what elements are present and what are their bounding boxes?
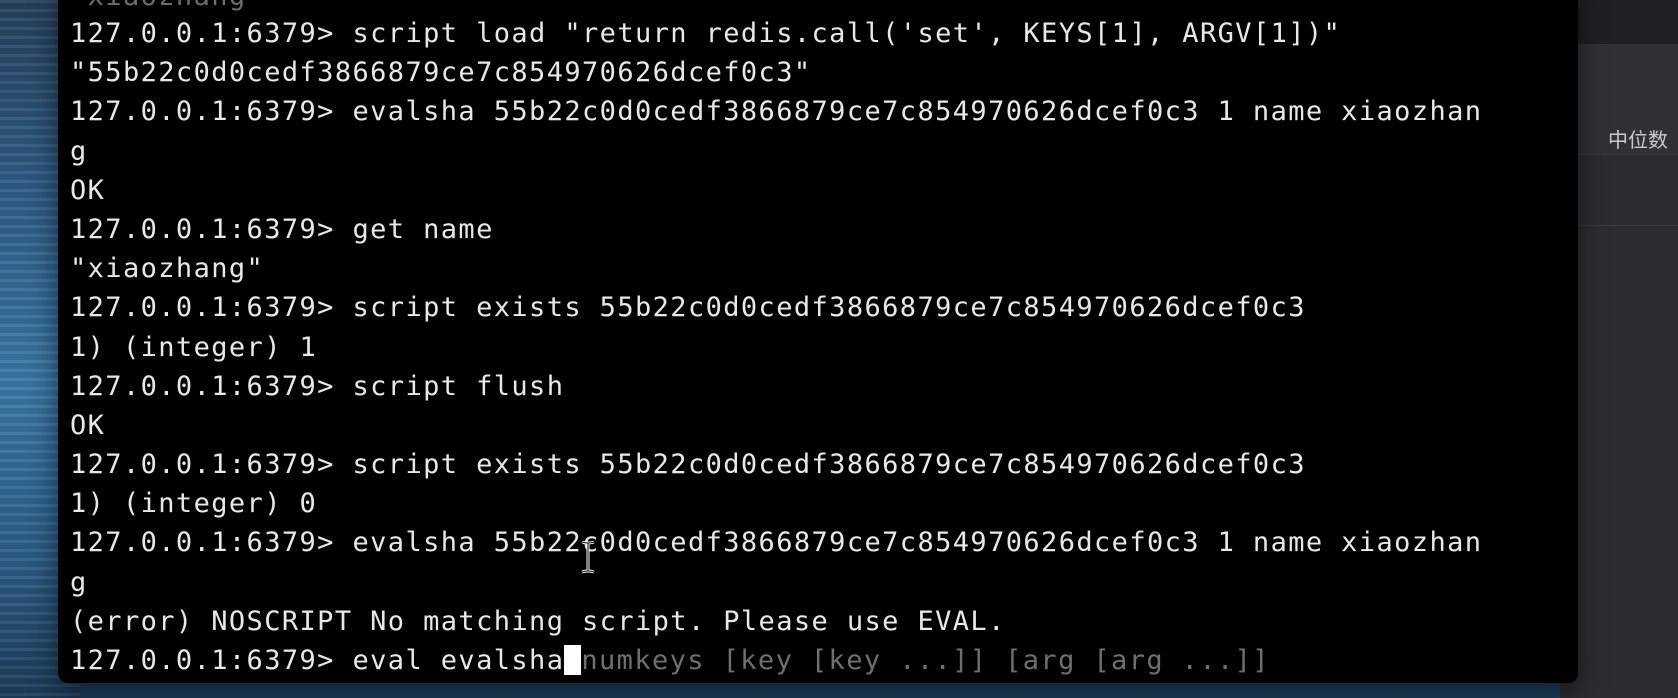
terminal-window[interactable]: "xiaozhang" 127.0.0.1:6379> script load … — [58, 0, 1578, 683]
terminal-line: 1) (integer) 0 — [70, 488, 318, 520]
terminal-prompt: 127.0.0.1:6379> — [70, 645, 353, 676]
terminal-input-line[interactable]: 127.0.0.1:6379> eval evalsha numkeys [key… — [70, 641, 1570, 680]
terminal-line: 127.0.0.1:6379> script exists 55b22c0d0c… — [70, 292, 1306, 324]
command-hint: numkeys [key [key ...]] [arg [arg ...]] — [581, 645, 1270, 676]
terminal-line: g — [70, 566, 88, 598]
terminal-line: 127.0.0.1:6379> evalsha 55b22c0d0cedf386… — [70, 527, 1483, 559]
text-cursor — [564, 645, 582, 675]
terminal-line: OK — [70, 174, 106, 206]
terminal-line: "xiaozhang" — [70, 253, 265, 285]
terminal-line: "55b22c0d0cedf3866879ce7c854970626dcef0c… — [70, 57, 812, 89]
terminal-line: 127.0.0.1:6379> evalsha 55b22c0d0cedf386… — [70, 96, 1483, 128]
terminal-line: (error) NOSCRIPT No matching script. Ple… — [70, 605, 1006, 637]
terminal-line: 127.0.0.1:6379> script exists 55b22c0d0c… — [70, 449, 1306, 481]
terminal-line: 127.0.0.1:6379> script load "return redi… — [70, 18, 1342, 49]
terminal-line: "xiaozhang" — [70, 0, 1570, 14]
terminal-line: g — [70, 135, 88, 167]
terminal-line: 127.0.0.1:6379> script flush — [70, 370, 565, 402]
terminal-line: 127.0.0.1:6379> get name — [70, 213, 494, 245]
terminal-line: OK — [70, 409, 106, 441]
terminal-line: 1) (integer) 1 — [70, 331, 318, 363]
terminal-output: "xiaozhang" 127.0.0.1:6379> script load … — [70, 0, 1570, 680]
terminal-input-text[interactable]: eval evalsha — [353, 645, 565, 676]
text-cursor-icon — [581, 540, 595, 574]
background-app-label: 中位数 — [1608, 128, 1668, 152]
